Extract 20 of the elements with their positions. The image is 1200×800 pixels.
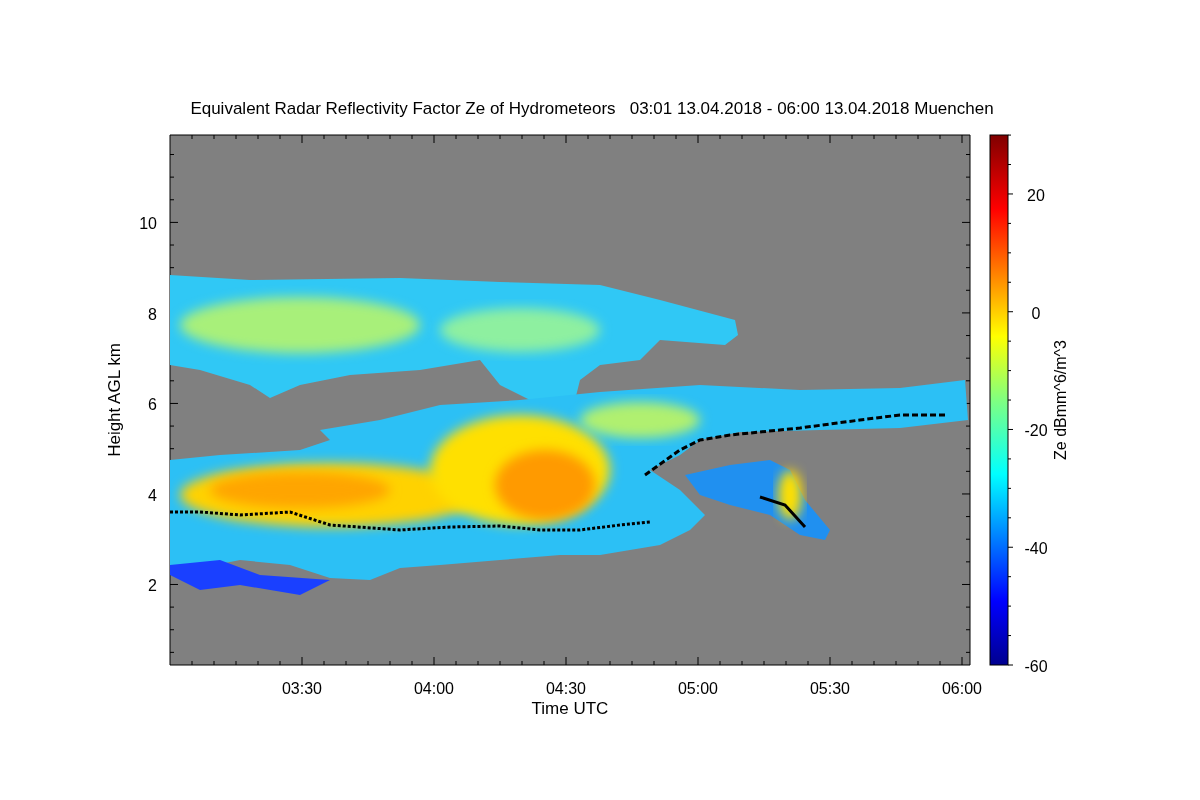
x-tick-label: 05:30: [810, 680, 850, 697]
chart-title: Equivalent Radar Reflectivity Factor Ze of Hydrometeors 03:01 13.04.2018 - 06:00 13.04.2018 Muenchen: [190, 99, 994, 118]
x-tick-label: 04:30: [546, 680, 586, 697]
colorbar-tick-label: 0: [1031, 304, 1041, 322]
y-tick-label: 10: [139, 215, 157, 232]
y-tick-label: 2: [148, 577, 157, 594]
colorbar-tick-label: -20: [1024, 422, 1048, 440]
x-tick-label: 03:30: [282, 680, 322, 697]
x-tick-label: 05:00: [678, 680, 718, 697]
y-tick-label: 8: [148, 305, 157, 323]
colorbar-tick-label: -60: [1024, 657, 1048, 675]
colorbar-label: Ze dBmm^6/m^3: [1052, 340, 1069, 460]
x-axis-label: Time UTC: [531, 699, 609, 718]
y-axis-label: Height AGL km: [105, 343, 124, 457]
x-tick-label: 06:00: [942, 680, 982, 697]
x-tick-label: 04:00: [414, 680, 454, 697]
y-tick-label: 4: [148, 486, 157, 504]
colorbar-tick-label: -40: [1024, 540, 1048, 558]
y-tick-label: 6: [148, 396, 157, 413]
colorbar-tick-label: 20: [1027, 187, 1045, 204]
